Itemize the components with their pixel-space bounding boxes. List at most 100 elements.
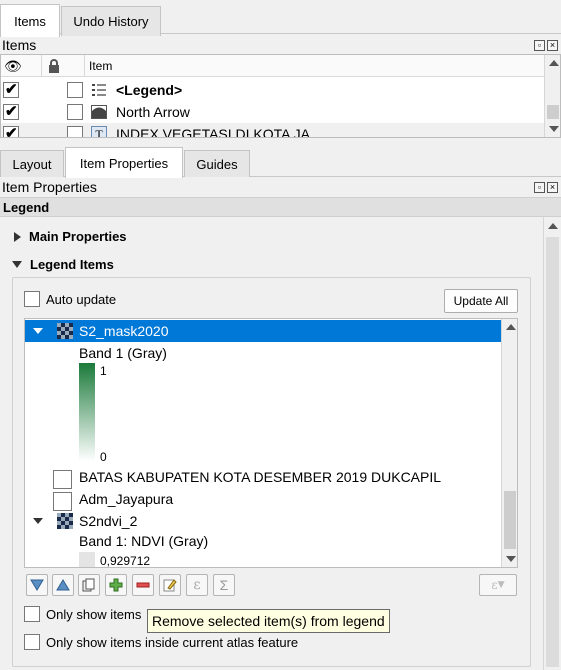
arrow-up-icon xyxy=(56,579,70,591)
edit-item-button[interactable] xyxy=(159,574,181,596)
arrow-down-icon xyxy=(30,579,44,591)
main-properties-section[interactable]: Main Properties xyxy=(14,229,127,244)
north-arrow-icon xyxy=(91,105,107,119)
only-show-atlas-checkbox[interactable] xyxy=(24,634,40,650)
scroll-thumb[interactable] xyxy=(547,105,559,119)
scroll-up-icon[interactable] xyxy=(506,324,516,330)
move-down-button[interactable] xyxy=(26,574,48,596)
scroll-thumb[interactable] xyxy=(504,491,516,549)
properties-panel-dock-buttons: ▫ × xyxy=(534,182,558,193)
expand-icon xyxy=(14,231,21,242)
tab-items[interactable]: Items xyxy=(0,4,60,37)
scroll-thumb[interactable] xyxy=(546,237,559,667)
collapse-icon xyxy=(12,261,22,268)
collapse-icon[interactable] xyxy=(33,518,43,524)
visibility-checkbox[interactable] xyxy=(3,102,19,120)
visibility-checkbox[interactable] xyxy=(3,80,19,98)
expression-icon: ε xyxy=(193,577,201,593)
layer-label: S2_mask2020 xyxy=(79,323,169,339)
minus-icon xyxy=(136,582,150,588)
sum-button[interactable]: Σ xyxy=(213,574,235,596)
group-icon xyxy=(82,578,95,592)
items-panel-title: Items xyxy=(2,37,37,53)
plus-icon xyxy=(109,578,123,592)
tab-item-properties[interactable]: Item Properties xyxy=(65,147,183,178)
ndvi-max-label: 0,929712 xyxy=(100,554,151,568)
update-all-button[interactable]: Update All xyxy=(444,289,518,313)
legend-layer-row[interactable]: S2ndvi_2 xyxy=(25,510,501,532)
legend-layer-row[interactable]: BATAS KABUPATEN KOTA DESEMBER 2019 DUKCA… xyxy=(25,466,501,489)
add-item-button[interactable] xyxy=(105,574,127,596)
close-icon[interactable]: × xyxy=(547,40,558,51)
raster-layer-icon xyxy=(57,513,73,529)
raster-layer-icon xyxy=(57,323,73,339)
only-show-items-label: Only show items xyxy=(46,606,142,622)
lock-checkbox[interactable] xyxy=(66,104,83,120)
auto-update-label: Auto update xyxy=(46,291,117,307)
visibility-checkbox[interactable] xyxy=(3,124,19,137)
collapse-icon[interactable] xyxy=(33,328,43,334)
tab-undo-history[interactable]: Undo History xyxy=(61,6,161,36)
chevron-down-icon: ▼ xyxy=(497,580,505,590)
only-show-atlas-row[interactable]: Only show items inside current atlas fea… xyxy=(24,634,298,650)
remove-item-button[interactable] xyxy=(132,574,154,596)
expression-dropdown-button[interactable]: ε ▼ xyxy=(479,574,517,596)
float-icon[interactable]: ▫ xyxy=(534,182,545,193)
ramp-max-label: 1 xyxy=(100,364,107,378)
items-tree-header: 👁 Item xyxy=(1,55,544,77)
eye-icon[interactable]: 👁 xyxy=(4,58,22,75)
scroll-down-icon[interactable] xyxy=(549,126,559,132)
layer-label: BATAS KABUPATEN KOTA DESEMBER 2019 DUKCA… xyxy=(79,469,442,485)
lock-checkbox[interactable] xyxy=(66,82,83,98)
auto-update-checkbox[interactable] xyxy=(24,291,40,307)
auto-update-checkbox-row[interactable]: Auto update xyxy=(24,291,116,307)
tab-guides[interactable]: Guides xyxy=(184,150,250,177)
ramp-min-label: 0 xyxy=(100,450,107,464)
layer-label: Adm_Jayapura xyxy=(79,491,174,507)
properties-subtitle-bar: Legend xyxy=(0,197,561,217)
legend-layer-row-selected[interactable]: S2_mask2020 xyxy=(25,320,501,342)
lock-icon[interactable] xyxy=(47,59,61,73)
layer-label: S2ndvi_2 xyxy=(79,513,138,529)
legend-layer-row[interactable]: Adm_Jayapura xyxy=(25,488,501,511)
text-icon: T xyxy=(91,126,107,137)
items-scrollbar[interactable] xyxy=(544,55,560,137)
items-panel-dock-buttons: ▫ × xyxy=(534,40,558,51)
sum-icon: Σ xyxy=(219,577,229,593)
item-column-header: Item xyxy=(89,59,113,73)
list-item[interactable]: T INDEX VEGETASI DI KOTA JA... xyxy=(1,123,544,138)
item-label: <Legend> xyxy=(116,82,183,98)
list-item[interactable]: <Legend> xyxy=(1,79,544,101)
scroll-up-icon[interactable] xyxy=(549,60,559,66)
properties-scrollbar[interactable] xyxy=(543,217,561,670)
move-up-button[interactable] xyxy=(52,574,74,596)
scroll-up-icon[interactable] xyxy=(548,223,558,229)
float-icon[interactable]: ▫ xyxy=(534,40,545,51)
legend-tree: S2_mask2020 Band 1 (Gray) 1 0 BATAS KABU… xyxy=(24,318,518,568)
only-show-items-checkbox[interactable] xyxy=(24,606,40,622)
only-show-atlas-label: Only show items inside current atlas fea… xyxy=(46,634,299,650)
item-label: INDEX VEGETASI DI KOTA JA... xyxy=(116,126,322,138)
color-ramp xyxy=(79,552,95,567)
color-ramp xyxy=(79,363,95,461)
legend-tree-scrollbar[interactable] xyxy=(501,319,517,567)
legend-icon xyxy=(91,82,107,98)
list-item[interactable]: North Arrow xyxy=(1,101,544,123)
items-tree: 👁 Item <Legend> North Arrow T INDEX VEGE… xyxy=(0,54,561,138)
add-group-button[interactable] xyxy=(78,574,100,596)
close-icon[interactable]: × xyxy=(547,182,558,193)
properties-panel-title: Item Properties xyxy=(2,179,97,195)
scroll-down-icon[interactable] xyxy=(506,556,516,562)
vector-symbol-icon xyxy=(53,491,72,511)
lock-checkbox[interactable] xyxy=(66,126,83,137)
band-label: Band 1: NDVI (Gray) xyxy=(79,533,209,549)
tab-layout[interactable]: Layout xyxy=(0,150,64,177)
expression-button[interactable]: ε xyxy=(186,574,208,596)
edit-icon xyxy=(163,579,177,592)
tooltip: Remove selected item(s) from legend xyxy=(147,609,390,633)
only-show-items-row[interactable]: Only show items xyxy=(24,606,141,622)
legend-items-section[interactable]: Legend Items xyxy=(12,257,114,272)
band-label: Band 1 (Gray) xyxy=(79,345,167,361)
properties-subtitle: Legend xyxy=(3,200,50,215)
vector-symbol-icon xyxy=(53,469,72,489)
